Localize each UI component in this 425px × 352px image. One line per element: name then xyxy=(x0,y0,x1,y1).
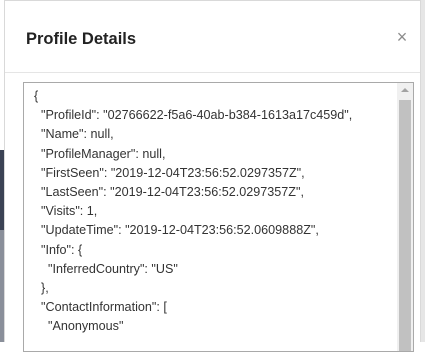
background-strip xyxy=(421,0,425,342)
json-line: "UpdateTime": "2019-12-04T23:56:52.06098… xyxy=(34,223,319,238)
modal-title: Profile Details xyxy=(26,30,137,48)
json-content: { "ProfileId": "02766622-f5a6-40ab-b384-… xyxy=(34,87,352,336)
json-line: "InferredCountry": "US" xyxy=(34,261,178,276)
modal-header: Profile Details × xyxy=(5,1,420,73)
json-line: "LastSeen": "2019-12-04T23:56:52.0297357… xyxy=(34,184,304,199)
chevron-up-icon xyxy=(401,88,409,92)
json-line: "ProfileManager": null, xyxy=(34,146,166,161)
json-line: "Visits": 1, xyxy=(34,204,98,219)
close-button[interactable]: × xyxy=(393,27,411,47)
json-line: "Name": null, xyxy=(34,127,114,142)
scroll-up-button[interactable] xyxy=(397,83,413,97)
json-textarea[interactable]: { "ProfileId": "02766622-f5a6-40ab-b384-… xyxy=(23,82,414,352)
json-line: "FirstSeen": "2019-12-04T23:56:52.029735… xyxy=(34,165,305,180)
json-line: "Anonymous" xyxy=(34,319,124,334)
json-line: "Info": { xyxy=(34,242,83,257)
json-line: "ContactInformation": [ xyxy=(34,300,167,315)
json-line: "ProfileId": "02766622-f5a6-40ab-b384-16… xyxy=(34,108,353,123)
scrollbar-thumb[interactable] xyxy=(399,100,411,351)
json-line: }, xyxy=(34,280,49,295)
json-line: { xyxy=(34,89,39,103)
vertical-scrollbar[interactable] xyxy=(397,83,413,351)
